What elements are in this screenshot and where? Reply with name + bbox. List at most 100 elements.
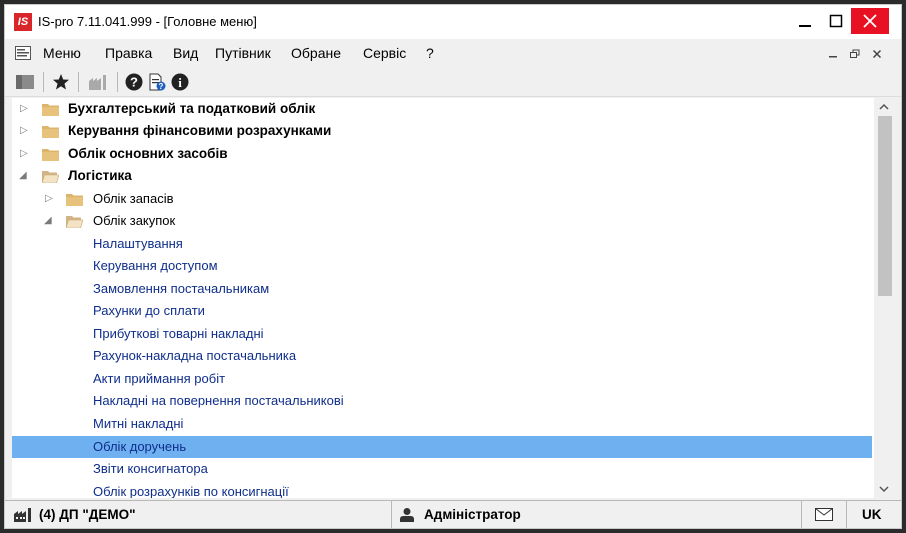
tree-leaf-supplier-returns[interactable]: Накладні на повернення постачальникові: [12, 390, 872, 412]
tree-leaf-receipt-notes[interactable]: Прибуткові товарні накладні: [12, 323, 872, 345]
minimize-icon: [829, 56, 837, 58]
minimize-button[interactable]: [788, 8, 822, 34]
mail-icon: [815, 508, 833, 521]
open-folder-icon: [66, 216, 83, 228]
tree-node-label: Керування фінансовими розрахунками: [68, 123, 332, 138]
document-info-icon[interactable]: ?: [148, 73, 166, 91]
expand-arrow-icon[interactable]: ▷: [20, 125, 30, 137]
window-title: IS-pro 7.11.041.999 - [Головне меню]: [38, 14, 257, 29]
tree-leaf-label: Облік розрахунків по консигнації: [93, 484, 289, 498]
tree-leaf-label: Накладні на повернення постачальникові: [93, 393, 344, 408]
scroll-up-button[interactable]: [874, 98, 894, 116]
expand-arrow-icon[interactable]: ▷: [45, 193, 55, 205]
scroll-down-button[interactable]: [874, 480, 894, 498]
open-folder-icon: [42, 171, 59, 183]
tree-node-fixed-assets[interactable]: ▷ Облік основних засобів: [12, 143, 872, 165]
minimize-icon: [799, 25, 811, 27]
tree-leaf-label: Налаштування: [93, 236, 183, 251]
mdi-minimize-button[interactable]: [825, 47, 841, 61]
tree-leaf-consignor-reports[interactable]: Звіти консигнатора: [12, 458, 872, 480]
mdi-restore-button[interactable]: [847, 47, 863, 61]
chevron-up-icon: [879, 103, 889, 110]
tree-leaf-label: Прибуткові товарні накладні: [93, 326, 264, 341]
menu-item-help[interactable]: ?: [426, 45, 434, 61]
menu-item-view[interactable]: Вид: [173, 45, 198, 61]
language-code: UK: [862, 507, 882, 522]
menu-bar: Меню Правка Вид Путівник Обране Сервіс ?: [5, 39, 901, 67]
menu-item-service[interactable]: Сервіс: [363, 45, 406, 61]
tree-node-inventory[interactable]: ▷ Облік запасів: [12, 188, 872, 210]
tree-leaf-supplier-invoice[interactable]: Рахунок-накладна постачальника: [12, 345, 872, 367]
tree-leaf-work-acceptance[interactable]: Акти приймання робіт: [12, 368, 872, 390]
status-company[interactable]: (4) ДП "ДЕМО": [5, 501, 392, 528]
status-user[interactable]: Адміністратор: [392, 501, 802, 528]
tree-node-label: Облік запасів: [93, 191, 174, 206]
panel-toggle-icon[interactable]: [15, 73, 35, 91]
star-icon[interactable]: [52, 73, 70, 91]
app-window: IS IS-pro 7.11.041.999 - [Головне меню] …: [4, 4, 902, 529]
tree-leaf-label: Митні накладні: [93, 416, 184, 431]
close-icon: [872, 49, 882, 59]
toolbar-separator: [43, 72, 44, 92]
expand-arrow-icon[interactable]: ▷: [20, 148, 30, 160]
tree-leaf-label: Звіти консигнатора: [93, 461, 208, 476]
user-name: Адміністратор: [424, 507, 521, 522]
help-icon[interactable]: ?: [125, 73, 143, 91]
svg-text:?: ?: [130, 75, 138, 90]
restore-icon: [850, 49, 860, 58]
toolbar-separator: [78, 72, 79, 92]
tree-node-logistics[interactable]: ◢ Логістика: [12, 165, 872, 187]
tree-leaf-consignment-settlements[interactable]: Облік розрахунків по консигнації: [12, 481, 872, 498]
tree-leaf-label: Рахунок-накладна постачальника: [93, 348, 297, 363]
vertical-scrollbar[interactable]: [874, 98, 894, 498]
svg-text:i: i: [178, 75, 182, 90]
folder-icon: [42, 104, 59, 116]
tree-leaf-powers-of-attorney[interactable]: Облік доручень: [12, 436, 872, 458]
messages-button[interactable]: [802, 501, 847, 528]
tree-leaf-label: Керування доступом: [93, 258, 218, 273]
tree-node-label: Облік закупок: [93, 213, 176, 228]
tree-leaf-label: Замовлення постачальникам: [93, 281, 270, 296]
enterprise-icon: [14, 508, 31, 522]
menu-list-icon[interactable]: [15, 46, 31, 60]
folder-icon: [42, 149, 59, 161]
tree-leaf-label: Облік доручень: [93, 439, 187, 454]
info-icon[interactable]: i: [171, 73, 189, 91]
enterprise-icon[interactable]: [88, 73, 110, 91]
tree-leaf-supplier-orders[interactable]: Замовлення постачальникам: [12, 278, 872, 300]
expand-arrow-icon[interactable]: ▷: [20, 103, 30, 115]
status-bar: (4) ДП "ДЕМО" Адміністратор UK: [5, 500, 901, 528]
collapse-arrow-icon[interactable]: ◢: [44, 215, 54, 227]
tree-node-accounting[interactable]: ▷ Бухгалтерський та податковий облік: [12, 98, 872, 120]
close-icon: [863, 14, 877, 28]
tree-leaf-settings[interactable]: Налаштування: [12, 233, 872, 255]
tree-node-finance[interactable]: ▷ Керування фінансовими розрахунками: [12, 120, 872, 142]
tree-node-label: Бухгалтерський та податковий облік: [68, 101, 316, 116]
menu-item-menu[interactable]: Меню: [43, 45, 81, 61]
menu-item-favorites[interactable]: Обране: [291, 45, 341, 61]
navigation-tree[interactable]: ▷ Бухгалтерський та податковий облік ▷ К…: [12, 98, 874, 498]
app-logo: IS: [14, 13, 32, 31]
user-icon: [400, 508, 414, 522]
menu-item-navigator[interactable]: Путівник: [215, 45, 271, 61]
toolbar: ? ? i: [5, 67, 901, 97]
collapse-arrow-icon[interactable]: ◢: [19, 170, 29, 182]
language-indicator[interactable]: UK: [847, 501, 901, 528]
title-bar[interactable]: IS IS-pro 7.11.041.999 - [Головне меню]: [5, 5, 901, 39]
close-button[interactable]: [851, 8, 889, 34]
mdi-close-button[interactable]: [869, 47, 885, 61]
tree-leaf-invoices-payable[interactable]: Рахунки до сплати: [12, 300, 872, 322]
menu-item-edit[interactable]: Правка: [105, 45, 152, 61]
tree-node-label: Облік основних засобів: [68, 146, 228, 161]
tree-node-purchases[interactable]: ◢ Облік закупок: [12, 210, 872, 232]
tree-node-label: Логістика: [68, 168, 132, 183]
maximize-icon: [829, 14, 843, 28]
scrollbar-thumb[interactable]: [878, 116, 892, 296]
maximize-button[interactable]: [819, 8, 853, 34]
tree-leaf-customs-invoices[interactable]: Митні накладні: [12, 413, 872, 435]
company-name: (4) ДП "ДЕМО": [39, 507, 136, 522]
chevron-down-icon: [879, 486, 889, 493]
tree-leaf-access-control[interactable]: Керування доступом: [12, 255, 872, 277]
folder-icon: [42, 126, 59, 138]
toolbar-separator: [117, 72, 118, 92]
